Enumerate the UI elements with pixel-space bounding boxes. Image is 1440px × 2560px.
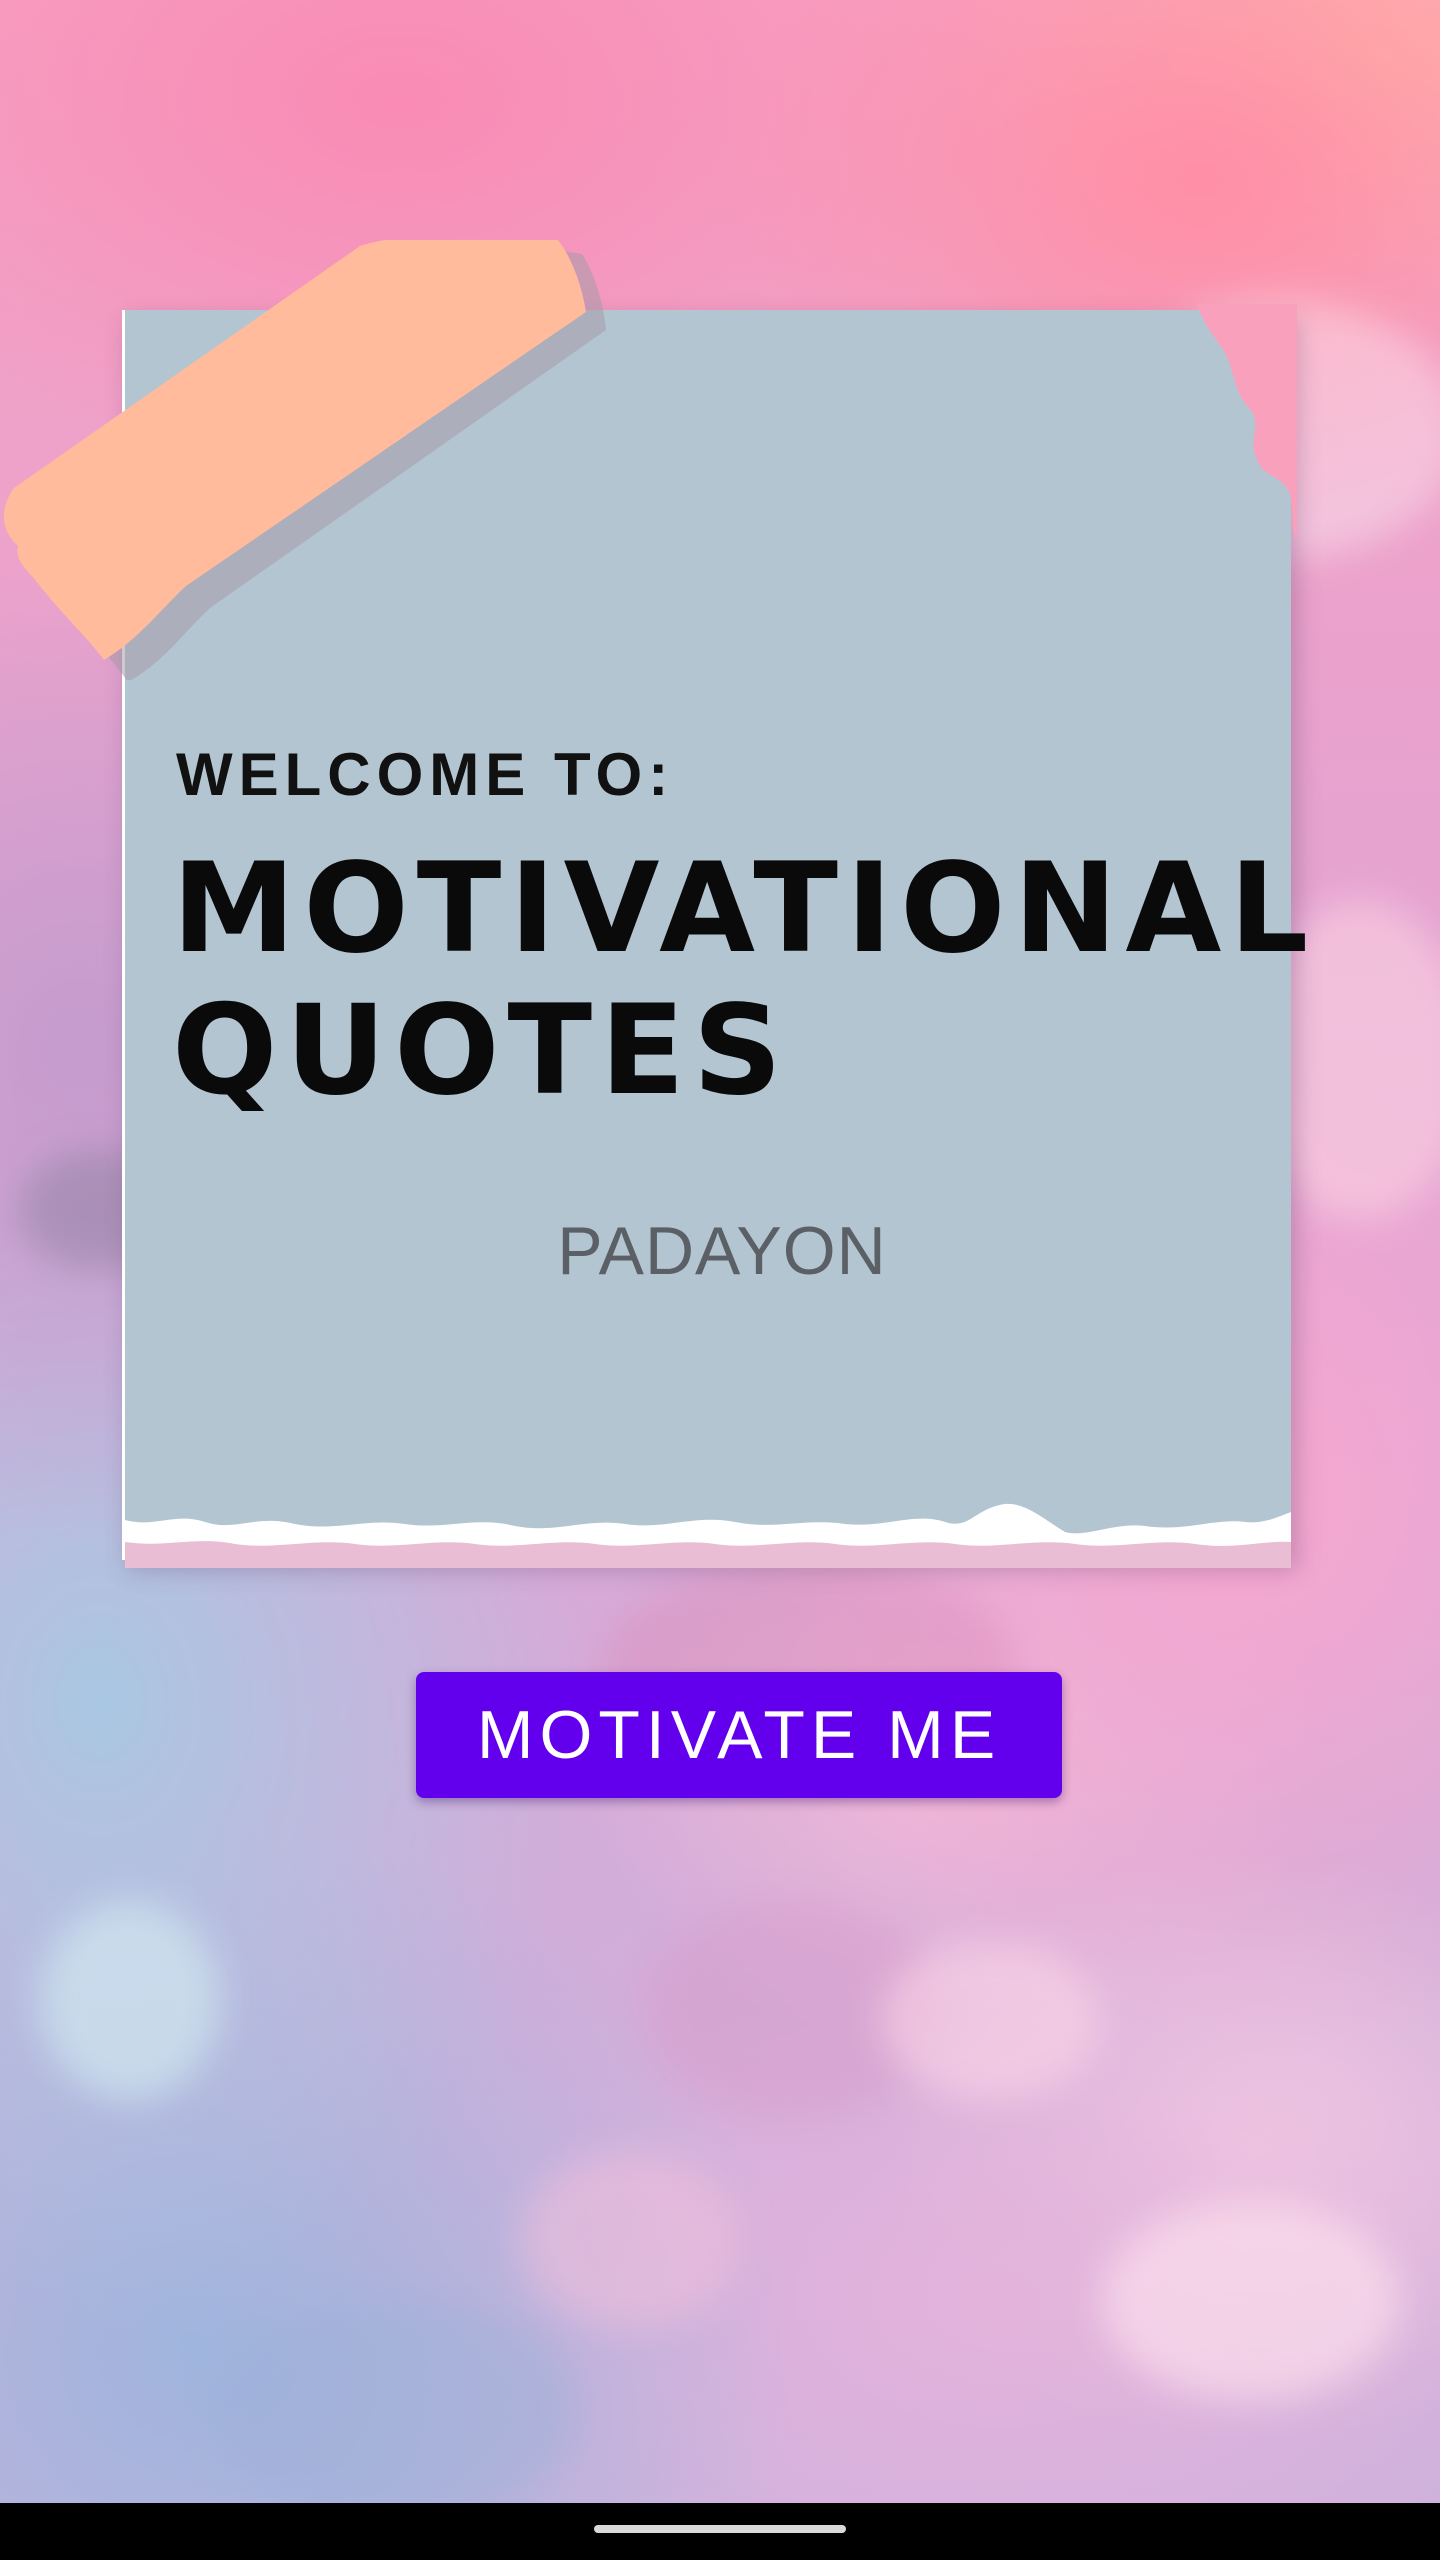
paper-torn-edge bbox=[125, 1503, 1291, 1568]
background-blot bbox=[40, 1900, 220, 2100]
masking-tape bbox=[3, 240, 606, 680]
background-blot bbox=[880, 1940, 1100, 2100]
welcome-label: WELCOME TO: bbox=[176, 741, 675, 808]
background-blot bbox=[1100, 2200, 1400, 2400]
motivate-me-button[interactable]: MOTIVATE ME bbox=[416, 1672, 1062, 1798]
app-title-line-1: MOTIVATIONAL bbox=[172, 837, 1317, 981]
home-indicator[interactable] bbox=[594, 2525, 846, 2533]
system-navigation-bar bbox=[0, 2503, 1440, 2560]
app-title-line-2: QUOTES bbox=[172, 979, 791, 1123]
quote-text: PADAYON bbox=[557, 1213, 887, 1289]
paper-torn-corner bbox=[1197, 304, 1297, 538]
app-title: MOTIVATIONAL QUOTES bbox=[172, 837, 1317, 1123]
app-screen: WELCOME TO: MOTIVATIONAL QUOTES PADAYON … bbox=[0, 0, 1440, 2503]
background-blot bbox=[200, 2300, 580, 2503]
background-blot bbox=[520, 2150, 740, 2330]
